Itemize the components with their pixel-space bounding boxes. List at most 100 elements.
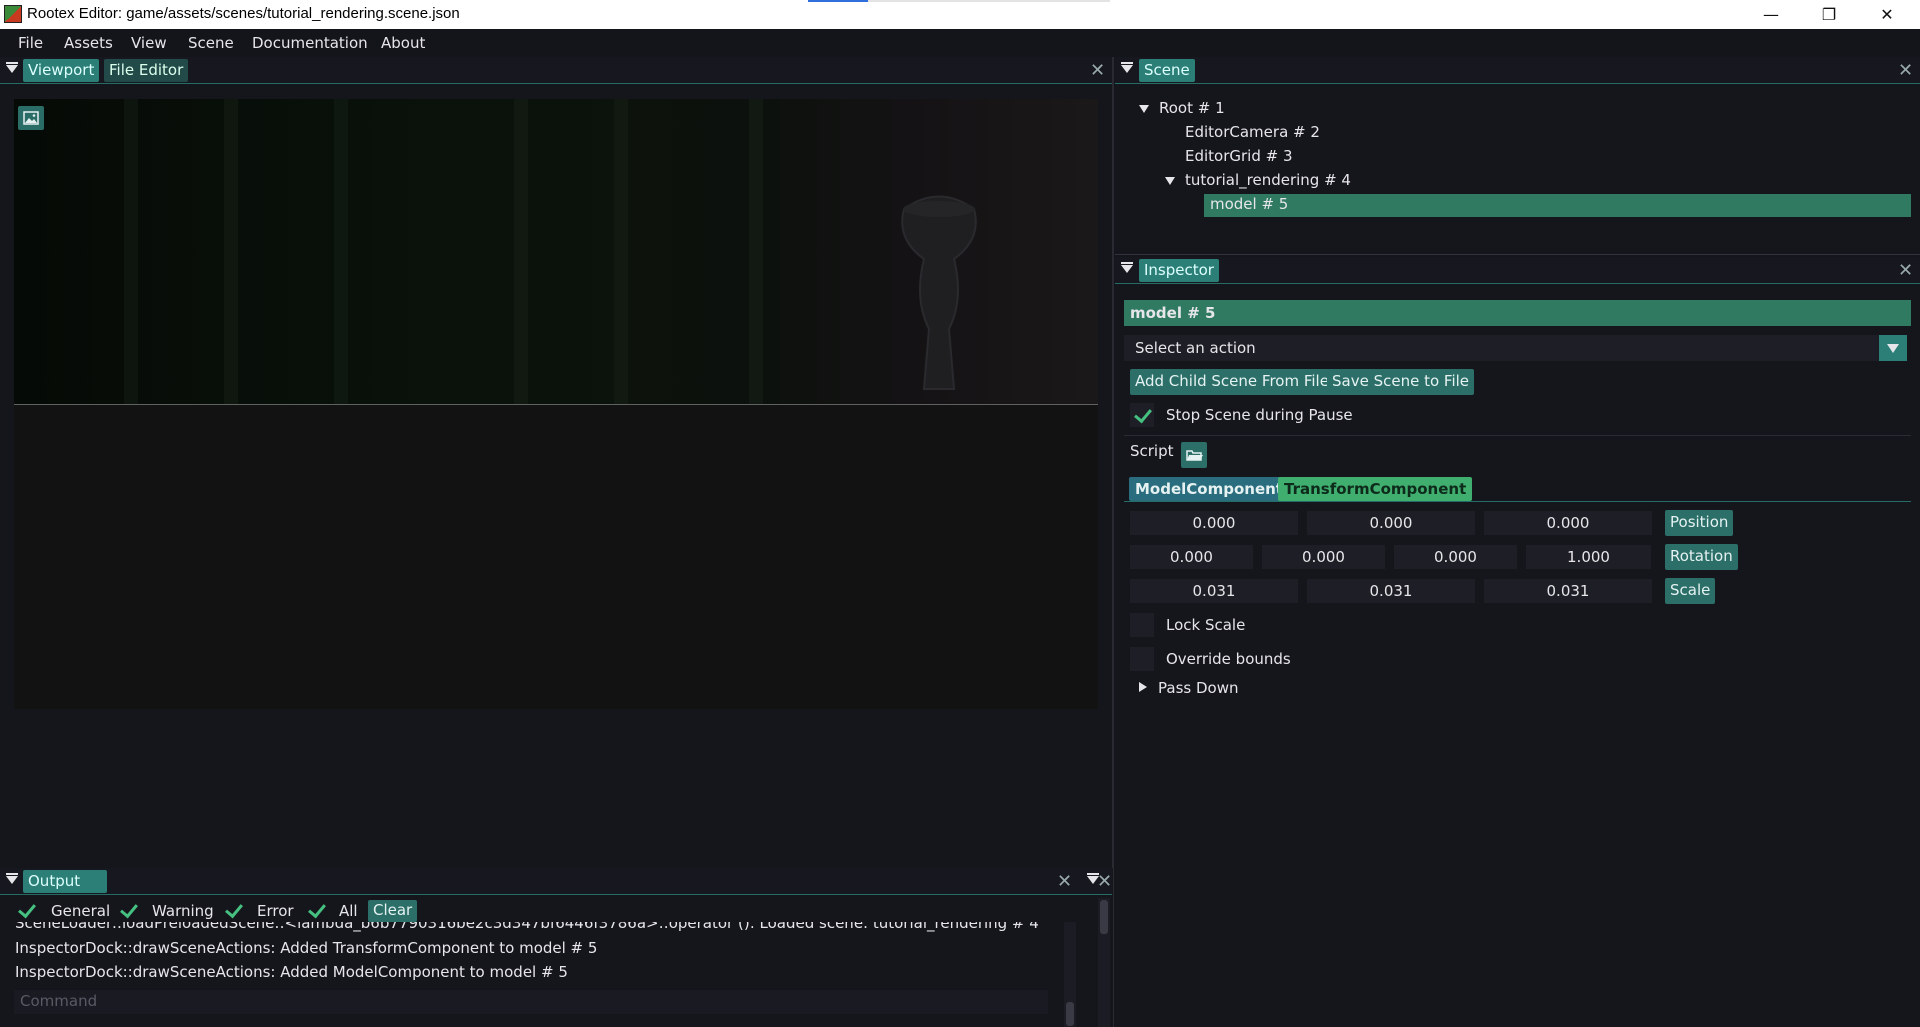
tab-transform-component[interactable]: TransformComponent [1278, 477, 1473, 501]
viewport-column [749, 99, 763, 404]
position-reset-button[interactable]: Position [1665, 510, 1734, 536]
output-scrollbar[interactable] [1098, 898, 1110, 1027]
close-icon[interactable]: ✕ [1898, 60, 1913, 81]
viewport-panel-titlebar: Viewport File Editor ✕ [0, 57, 1112, 84]
pass-down-header[interactable]: Pass Down [1158, 679, 1238, 697]
save-scene-button[interactable]: Save Scene to File [1327, 369, 1475, 395]
scale-reset-button[interactable]: Scale [1665, 578, 1716, 604]
viewport-floor [14, 405, 1098, 709]
tab-output[interactable]: Output [23, 870, 107, 893]
tree-node-tutorial-rendering[interactable]: tutorial_rendering # 4 [1185, 171, 1351, 189]
position-y-field[interactable]: 0.000 [1307, 511, 1475, 535]
restore-icon: ❐ [1821, 5, 1837, 24]
tree-node-model[interactable]: model # 5 [1210, 195, 1288, 213]
all-filter-checkbox[interactable] [304, 898, 330, 920]
action-select[interactable]: Select an action [1124, 335, 1907, 361]
folder-open-icon [1186, 450, 1203, 461]
all-filter-label: All [339, 902, 358, 920]
menu-documentation[interactable]: Documentation [252, 34, 368, 52]
position-x-field[interactable]: 0.000 [1130, 511, 1298, 535]
close-icon[interactable]: ✕ [1057, 871, 1072, 892]
app-icon [4, 5, 22, 23]
tab-model-component[interactable]: ModelComponent [1129, 477, 1289, 501]
menu-scene[interactable]: Scene [188, 34, 234, 52]
scale-z-field[interactable]: 0.031 [1484, 579, 1652, 603]
tree-node-model-selected[interactable] [1204, 194, 1911, 217]
tree-node-editorgrid[interactable]: EditorGrid # 3 [1185, 147, 1293, 165]
rotation-x-field[interactable]: 0.000 [1130, 545, 1253, 569]
script-label: Script [1130, 442, 1174, 460]
close-icon[interactable]: ✕ [1090, 60, 1105, 81]
rotation-z-field[interactable]: 0.000 [1394, 545, 1517, 569]
inspector-entity-header: model # 5 [1124, 300, 1911, 326]
title-progress-track [868, 0, 1110, 2]
maximize-button[interactable]: ❐ [1800, 0, 1858, 29]
expand-arrow-icon[interactable] [1165, 177, 1175, 185]
tab-viewport[interactable]: Viewport [23, 59, 100, 82]
output-panel-titlebar: Output ✕ ✕ [0, 868, 1112, 895]
log-list: SceneLoader::loadPreloadedScene::<lambda… [14, 922, 1064, 986]
menu-file[interactable]: File [18, 34, 43, 52]
divider [1124, 435, 1911, 436]
tab-inspector[interactable]: Inspector [1139, 259, 1219, 282]
viewport-image-button[interactable] [18, 106, 44, 130]
action-select-value: Select an action [1135, 339, 1256, 357]
viewport-column [614, 99, 628, 404]
log-scroll-thumb[interactable] [1066, 1002, 1074, 1026]
window-titlebar: Rootex Editor: game/assets/scenes/tutori… [0, 0, 1920, 29]
scale-y-field[interactable]: 0.031 [1307, 579, 1475, 603]
component-tabs-underline [1124, 501, 1911, 502]
rotation-reset-button[interactable]: Rotation [1665, 544, 1738, 570]
clear-log-button[interactable]: Clear [368, 900, 418, 922]
minimize-button[interactable]: — [1742, 0, 1800, 29]
rotation-w-field[interactable]: 1.000 [1526, 545, 1651, 569]
viewport-column [514, 99, 528, 404]
script-open-button[interactable] [1181, 442, 1207, 468]
log-line: InspectorDock::drawSceneActions: Added M… [15, 963, 568, 981]
close-window-button[interactable]: ✕ [1858, 0, 1916, 29]
viewport-render[interactable] [14, 99, 1098, 709]
error-filter-checkbox[interactable] [221, 898, 247, 920]
stop-scene-checkbox[interactable] [1130, 403, 1154, 427]
chevron-right-icon[interactable] [1139, 682, 1147, 692]
general-filter-checkbox[interactable] [14, 898, 40, 920]
output-scroll-thumb[interactable] [1100, 900, 1108, 934]
entity-name: model # 5 [1130, 304, 1216, 322]
tab-file-editor[interactable]: File Editor [104, 59, 189, 82]
panel-collapse-icon[interactable] [6, 873, 18, 884]
image-icon [23, 111, 39, 125]
tab-scene[interactable]: Scene [1139, 59, 1195, 82]
expand-arrow-icon[interactable] [1139, 105, 1149, 113]
tree-node-root[interactable]: Root # 1 [1159, 99, 1225, 117]
log-line: InspectorDock::drawSceneActions: Added T… [15, 939, 598, 957]
viewport-column [224, 99, 238, 404]
inspector-panel-titlebar: Inspector ✕ [1115, 257, 1920, 284]
scale-x-field[interactable]: 0.031 [1130, 579, 1298, 603]
panel-collapse-icon[interactable] [6, 62, 18, 73]
title-progress-indicator [808, 0, 868, 2]
menu-about[interactable]: About [381, 34, 425, 52]
close-icon[interactable]: ✕ [1097, 871, 1112, 892]
override-bounds-checkbox[interactable] [1130, 647, 1154, 671]
tree-node-editorcamera[interactable]: EditorCamera # 2 [1185, 123, 1320, 141]
stop-scene-label: Stop Scene during Pause [1166, 406, 1353, 424]
panel-divider [1115, 254, 1920, 255]
chevron-down-icon[interactable] [1879, 335, 1907, 361]
log-scrollbar[interactable] [1064, 922, 1076, 1027]
position-z-field[interactable]: 0.000 [1484, 511, 1652, 535]
menu-assets[interactable]: Assets [64, 34, 113, 52]
viewport-urn-model [901, 195, 977, 390]
warning-filter-checkbox[interactable] [116, 898, 142, 920]
command-input[interactable]: Command [14, 990, 1048, 1014]
lock-scale-checkbox[interactable] [1130, 613, 1154, 637]
add-child-scene-button[interactable]: Add Child Scene From File [1130, 369, 1334, 395]
general-filter-label: General [51, 902, 111, 920]
panel-collapse-icon[interactable] [1121, 62, 1133, 73]
override-bounds-label: Override bounds [1166, 650, 1291, 668]
rotation-y-field[interactable]: 0.000 [1262, 545, 1385, 569]
menu-view[interactable]: View [131, 34, 167, 52]
panel-collapse-icon[interactable] [1121, 262, 1133, 273]
log-line: SceneLoader::loadPreloadedScene::<lambda… [15, 922, 1039, 932]
close-icon: ✕ [1880, 5, 1894, 24]
close-icon[interactable]: ✕ [1898, 260, 1913, 281]
